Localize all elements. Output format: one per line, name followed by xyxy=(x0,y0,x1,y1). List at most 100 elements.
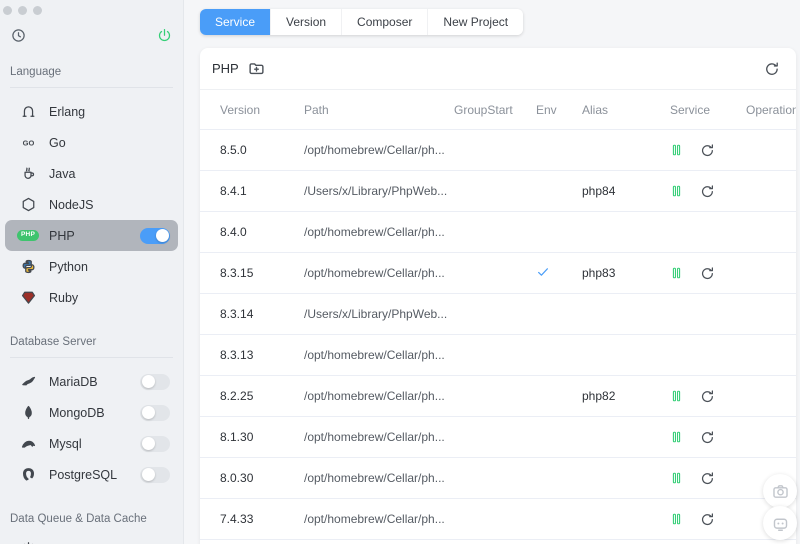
main-area: Service Version Composer New Project PHP Ve… xyxy=(185,0,800,544)
more-actions-button[interactable] xyxy=(759,387,764,403)
mysql-icon xyxy=(21,436,36,451)
table-row: 8.3.14/Users/x/Library/PhpWeb... xyxy=(200,294,796,335)
sidebar-item-python[interactable]: Python xyxy=(0,251,183,282)
table-row: 8.3.15/opt/homebrew/Cellar/ph... php83 xyxy=(200,253,796,294)
section-title: Data Queue & Data Cache xyxy=(10,513,147,525)
power-icon[interactable] xyxy=(157,28,172,43)
path-cell: /opt/homebrew/Cellar/ph... xyxy=(304,471,445,485)
tab-new-project[interactable]: New Project xyxy=(427,9,524,35)
more-actions-button[interactable] xyxy=(759,264,764,280)
column-header-version: Version xyxy=(220,102,261,117)
version-cell: 8.1.30 xyxy=(220,430,254,444)
restart-service-button[interactable] xyxy=(700,184,715,199)
divider xyxy=(10,357,173,358)
tab-composer[interactable]: Composer xyxy=(341,9,428,35)
sidebar-item-setup[interactable]: Setup xyxy=(0,533,183,544)
camera-icon xyxy=(772,483,789,500)
restart-service-button[interactable] xyxy=(700,143,715,158)
service-cell xyxy=(670,183,746,199)
sidebar-item-label: NodeJS xyxy=(49,197,94,212)
version-cell: 8.2.25 xyxy=(220,389,254,403)
close-window-button[interactable] xyxy=(3,6,12,15)
more-actions-button[interactable] xyxy=(759,305,764,321)
stop-service-button[interactable] xyxy=(670,429,683,445)
sidebar-item-go[interactable]: GO Go xyxy=(0,127,183,158)
toggle-mariadb[interactable] xyxy=(140,373,170,390)
divider xyxy=(10,87,173,88)
more-actions-button[interactable] xyxy=(759,346,764,362)
env-check-icon xyxy=(536,265,550,279)
section-title: Language xyxy=(10,66,62,78)
toggle-mongodb[interactable] xyxy=(140,404,170,421)
python-icon xyxy=(21,259,36,274)
path-cell: /opt/homebrew/Cellar/ph... xyxy=(304,143,445,157)
tab-bar: Service Version Composer New Project xyxy=(200,9,524,35)
section-title: Database Server xyxy=(10,336,97,348)
tab-service[interactable]: Service xyxy=(200,9,271,35)
version-cell: 8.5.0 xyxy=(220,143,247,157)
maximize-window-button[interactable] xyxy=(33,6,42,15)
sidebar-item-mysql[interactable]: Mysql xyxy=(0,428,183,459)
restart-service-button[interactable] xyxy=(700,512,715,527)
screenshot-button[interactable] xyxy=(763,474,797,508)
operation-cell xyxy=(746,141,788,160)
alias-cell: php82 xyxy=(582,389,616,403)
env-cell xyxy=(536,265,582,282)
minimize-window-button[interactable] xyxy=(18,6,27,15)
version-cell: 8.4.0 xyxy=(220,225,247,239)
stop-service-button[interactable] xyxy=(670,388,683,404)
more-actions-button[interactable] xyxy=(759,223,764,239)
stop-service-button[interactable] xyxy=(670,142,683,158)
column-header-service: Service xyxy=(670,102,711,117)
restart-service-button[interactable] xyxy=(700,266,715,281)
sidebar-item-label: Java xyxy=(49,166,76,181)
sidebar-item-nodejs[interactable]: NodeJS xyxy=(0,189,183,220)
sidebar-item-label: PostgreSQL xyxy=(49,467,118,482)
version-cell: 8.3.13 xyxy=(220,348,254,362)
table-header: Version Path GroupStart Env Alias Service Oper… xyxy=(200,90,796,130)
sidebar-item-postgresql[interactable]: PostgreSQL xyxy=(0,459,183,490)
stop-service-button[interactable] xyxy=(670,265,683,281)
section-items: MariaDB MongoDB Mysql PostgreSQL xyxy=(0,366,183,490)
service-cell xyxy=(670,388,746,404)
path-cell: /opt/homebrew/Cellar/ph... xyxy=(304,266,445,280)
sidebar-item-label: Go xyxy=(49,135,66,150)
table-row: 8.0.30/opt/homebrew/Cellar/ph... xyxy=(200,458,796,499)
service-cell xyxy=(670,265,746,281)
clock-icon[interactable] xyxy=(11,28,26,43)
sidebar-item-label: Erlang xyxy=(49,104,86,119)
operation-cell xyxy=(746,428,788,447)
sidebar-item-mongodb[interactable]: MongoDB xyxy=(0,397,183,428)
folder-plus-icon[interactable] xyxy=(248,60,265,77)
more-actions-button[interactable] xyxy=(759,141,764,157)
toggle-php[interactable] xyxy=(140,227,170,244)
mariadb-icon xyxy=(21,374,36,389)
restart-service-button[interactable] xyxy=(700,471,715,486)
java-icon xyxy=(21,166,36,181)
path-cell: /Users/x/Library/PhpWeb... xyxy=(304,184,448,198)
sidebar-item-php[interactable]: PHP PHP xyxy=(5,220,178,251)
sidebar-item-java[interactable]: Java xyxy=(0,158,183,189)
column-header-path: Path xyxy=(304,102,329,117)
refresh-icon[interactable] xyxy=(764,61,780,77)
toggle-mysql[interactable] xyxy=(140,435,170,452)
sidebar-item-mariadb[interactable]: MariaDB xyxy=(0,366,183,397)
robot-icon xyxy=(772,515,789,532)
stop-service-button[interactable] xyxy=(670,511,683,527)
toggle-postgresql[interactable] xyxy=(140,466,170,483)
stop-service-button[interactable] xyxy=(670,183,683,199)
more-actions-button[interactable] xyxy=(759,469,764,485)
postgresql-icon xyxy=(21,467,36,482)
sidebar-item-ruby[interactable]: Ruby xyxy=(0,282,183,313)
more-actions-button[interactable] xyxy=(759,182,764,198)
more-actions-button[interactable] xyxy=(759,428,764,444)
restart-service-button[interactable] xyxy=(700,389,715,404)
stop-service-button[interactable] xyxy=(670,470,683,486)
sidebar-item-erlang[interactable]: Erlang xyxy=(0,96,183,127)
path-cell: /opt/homebrew/Cellar/ph... xyxy=(304,225,445,239)
assistant-button[interactable] xyxy=(763,506,797,540)
restart-service-button[interactable] xyxy=(700,430,715,445)
table-row: 8.5.0/opt/homebrew/Cellar/ph... xyxy=(200,130,796,171)
operation-cell xyxy=(746,346,788,365)
tab-version[interactable]: Version xyxy=(270,9,342,35)
